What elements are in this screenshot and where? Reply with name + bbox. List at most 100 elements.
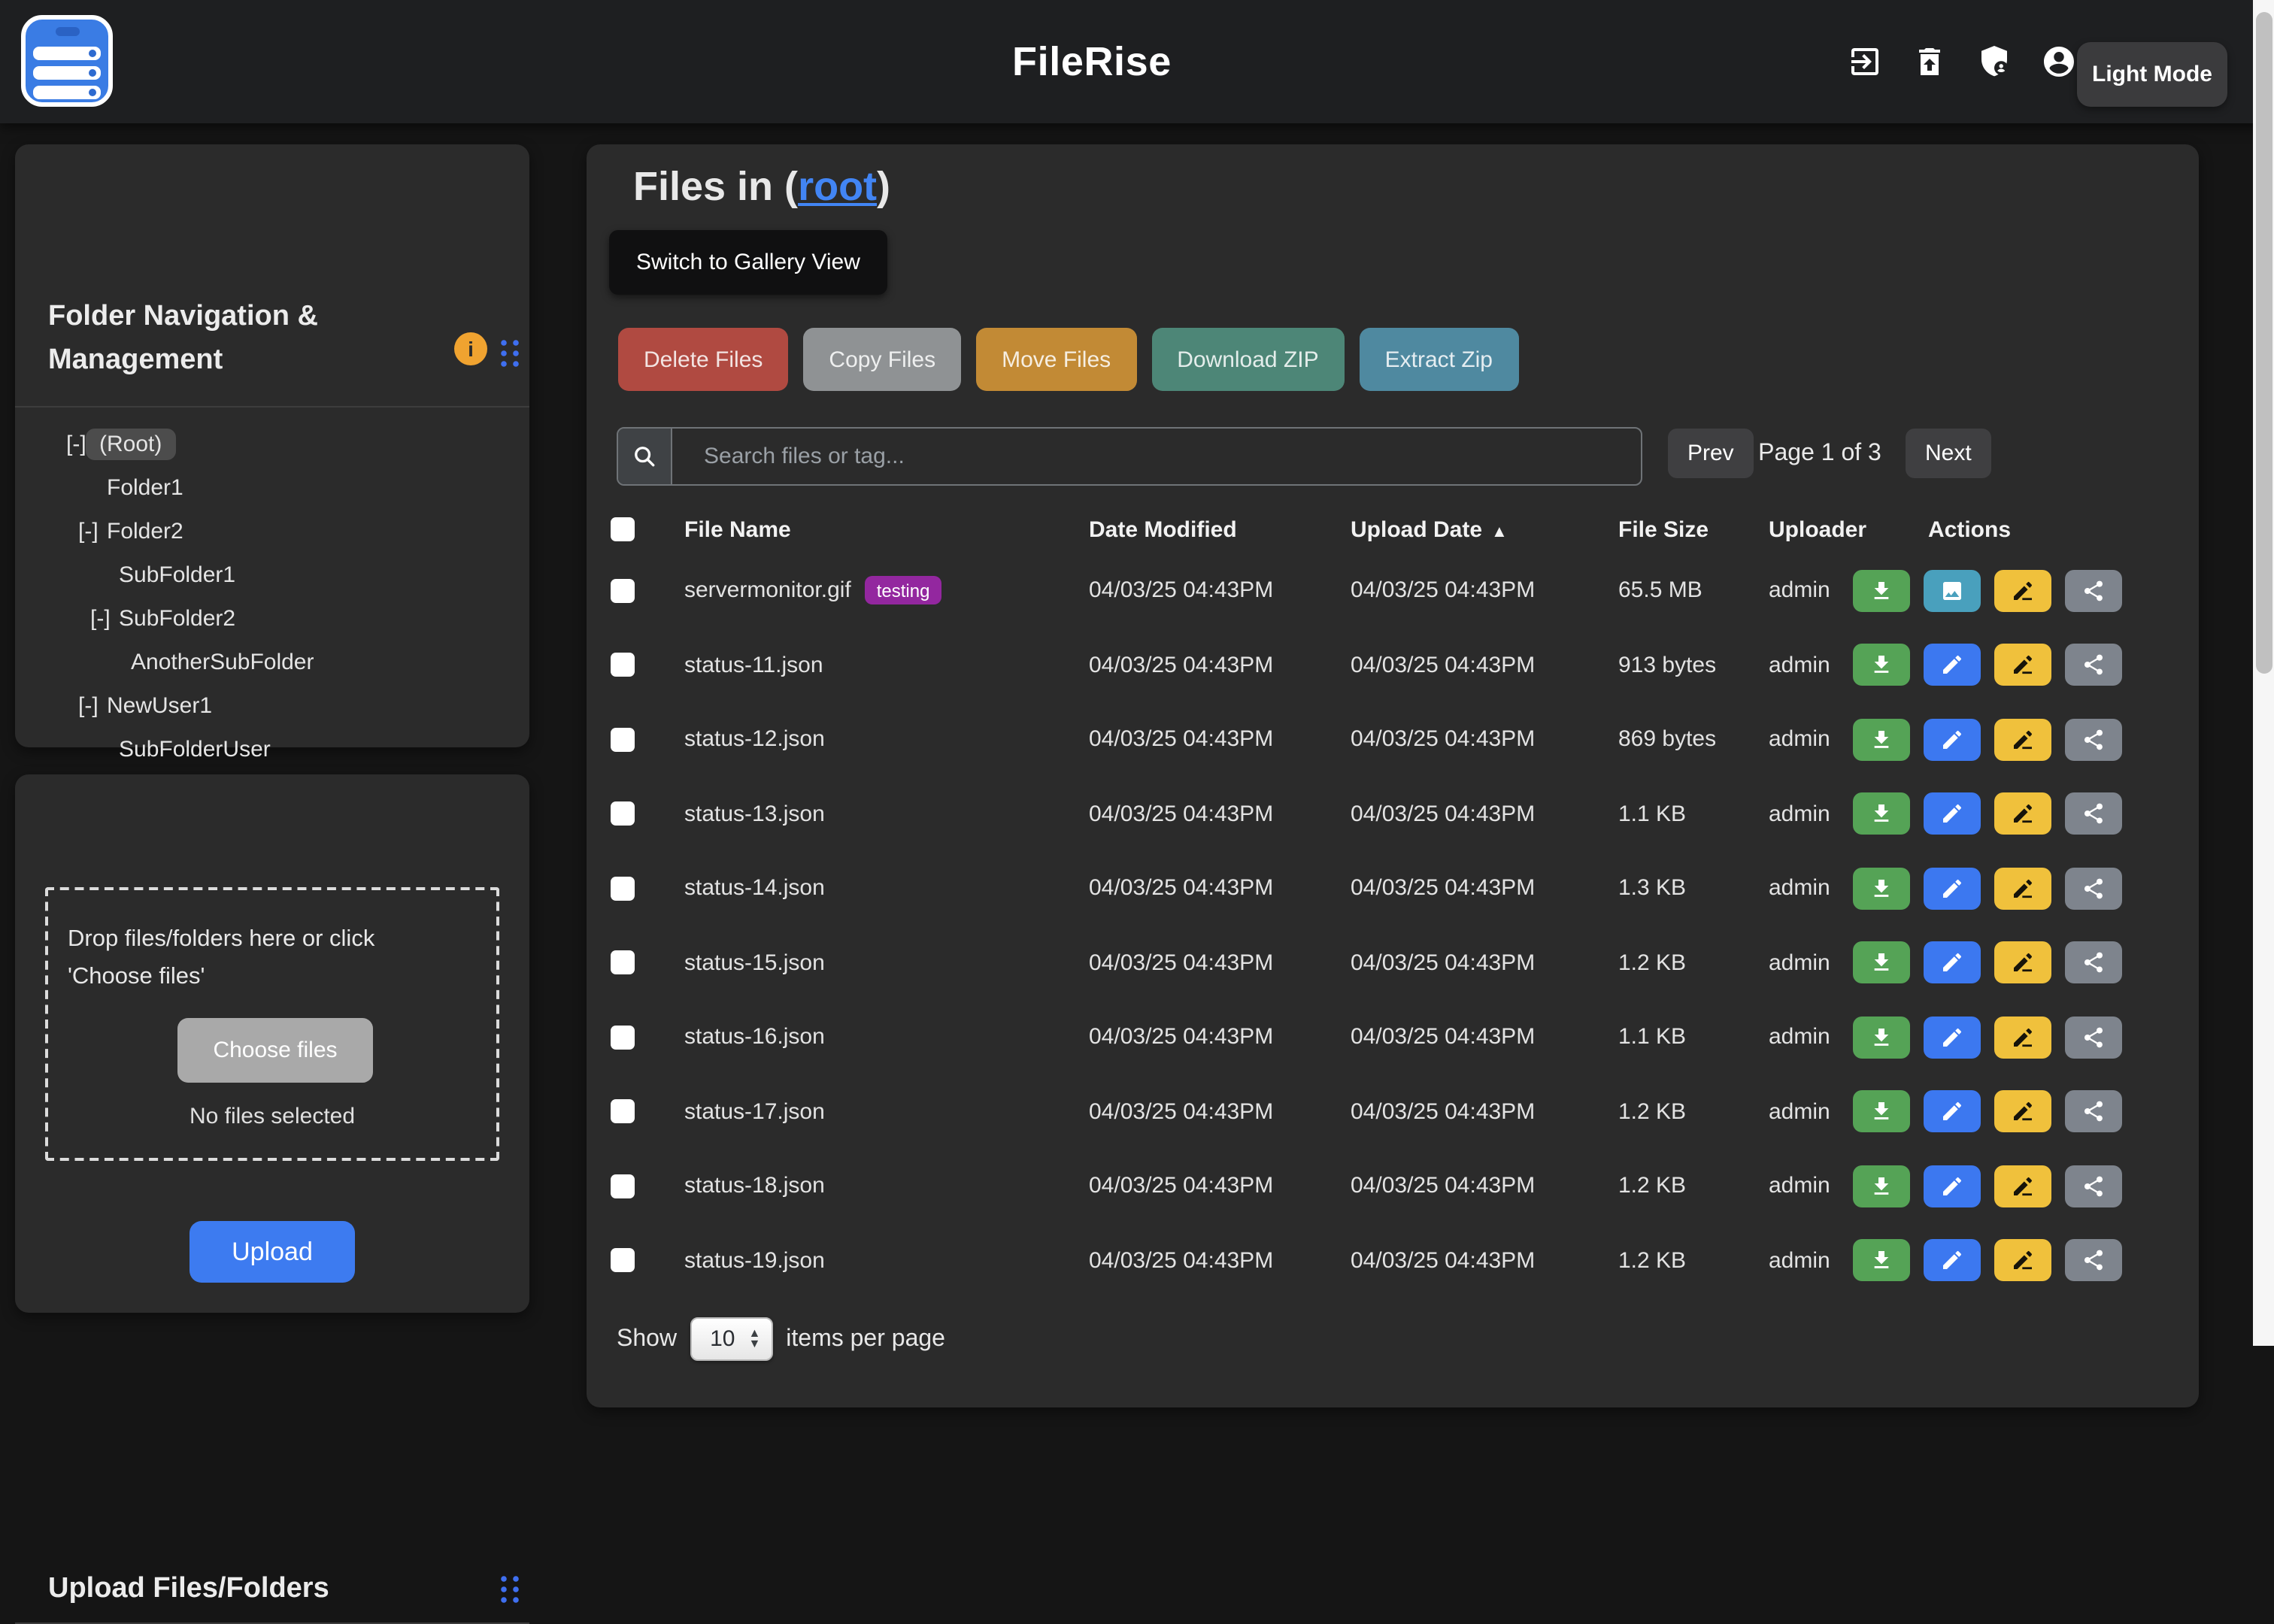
share-button[interactable]: [2065, 793, 2122, 835]
rename-button[interactable]: [1994, 793, 2051, 835]
share-button[interactable]: [2065, 1091, 2122, 1133]
share-button[interactable]: [2065, 868, 2122, 910]
rename-button[interactable]: [1994, 719, 2051, 761]
folder-tree-item[interactable]: AnotherSubFolder: [15, 641, 529, 684]
rename-button[interactable]: [1994, 1091, 2051, 1133]
rename-button[interactable]: [1994, 1017, 2051, 1059]
select-all-checkbox[interactable]: [611, 517, 635, 541]
next-page-button[interactable]: Next: [1906, 429, 1991, 478]
upload-button[interactable]: Upload: [190, 1221, 355, 1283]
preview-edit-button[interactable]: [1924, 1091, 1981, 1133]
row-checkbox[interactable]: [611, 951, 635, 975]
preview-edit-button[interactable]: [1924, 1240, 1981, 1282]
root-folder-link[interactable]: root: [798, 164, 877, 209]
column-header-file-name[interactable]: File Name: [684, 517, 1089, 542]
download-button[interactable]: [1853, 570, 1910, 612]
account-icon[interactable]: [2041, 44, 2077, 80]
delete-files-button[interactable]: Delete Files: [618, 328, 788, 391]
info-icon[interactable]: i: [454, 332, 487, 365]
row-checkbox[interactable]: [611, 1174, 635, 1198]
column-header-upload-date[interactable]: Upload Date▲: [1351, 517, 1618, 542]
light-mode-button[interactable]: Light Mode: [2077, 42, 2227, 107]
exit-icon[interactable]: [1847, 44, 1883, 80]
extract-zip-button[interactable]: Extract Zip: [1360, 328, 1518, 391]
share-button[interactable]: [2065, 570, 2122, 612]
tree-toggle[interactable]: [-]: [78, 519, 107, 544]
drag-handle-icon[interactable]: [498, 1573, 522, 1606]
download-button[interactable]: [1853, 719, 1910, 761]
row-checkbox[interactable]: [611, 728, 635, 752]
share-button[interactable]: [2065, 644, 2122, 686]
admin-shield-icon[interactable]: [1976, 44, 2012, 80]
folder-tree-item[interactable]: SubFolderUser: [15, 728, 529, 771]
drag-handle-icon[interactable]: [498, 337, 522, 370]
column-header-file-size[interactable]: File Size: [1618, 517, 1769, 542]
row-checkbox[interactable]: [611, 653, 635, 677]
row-checkbox[interactable]: [611, 802, 635, 826]
folder-tree-item[interactable]: SubFolder1: [15, 553, 529, 597]
preview-edit-button[interactable]: [1924, 719, 1981, 761]
folder-tree-item[interactable]: [-](Root): [15, 423, 529, 466]
folder-name[interactable]: AnotherSubFolder: [131, 650, 314, 675]
restore-trash-icon[interactable]: [1912, 44, 1948, 80]
rename-button[interactable]: [1994, 868, 2051, 910]
row-checkbox[interactable]: [611, 877, 635, 901]
folder-name[interactable]: (Root): [86, 429, 175, 460]
preview-edit-button[interactable]: [1924, 644, 1981, 686]
preview-edit-button[interactable]: [1924, 868, 1981, 910]
rename-button[interactable]: [1994, 1240, 2051, 1282]
switch-gallery-view-button[interactable]: Switch to Gallery View: [609, 230, 887, 295]
row-checkbox[interactable]: [611, 1100, 635, 1124]
folder-name[interactable]: SubFolder1: [119, 562, 235, 588]
column-header-date-modified[interactable]: Date Modified: [1089, 517, 1351, 542]
scrollbar-track[interactable]: [2253, 0, 2274, 1346]
move-files-button[interactable]: Move Files: [976, 328, 1136, 391]
download-button[interactable]: [1853, 942, 1910, 984]
file-dropzone[interactable]: Drop files/folders here or click 'Choose…: [45, 887, 499, 1161]
download-button[interactable]: [1853, 1240, 1910, 1282]
download-icon: [1869, 1026, 1893, 1050]
preview-edit-button[interactable]: [1924, 793, 1981, 835]
download-button[interactable]: [1853, 868, 1910, 910]
download-button[interactable]: [1853, 1091, 1910, 1133]
preview-edit-button[interactable]: [1924, 570, 1981, 612]
download-button[interactable]: [1853, 1017, 1910, 1059]
share-button[interactable]: [2065, 942, 2122, 984]
download-button[interactable]: [1853, 793, 1910, 835]
row-checkbox[interactable]: [611, 579, 635, 603]
search-input[interactable]: [672, 429, 1641, 484]
folder-name[interactable]: NewUser1: [107, 693, 212, 719]
folder-tree-item[interactable]: Folder1: [15, 466, 529, 510]
folder-name[interactable]: Folder1: [107, 475, 183, 501]
download-zip-button[interactable]: Download ZIP: [1151, 328, 1344, 391]
row-checkbox[interactable]: [611, 1026, 635, 1050]
column-header-uploader[interactable]: Uploader: [1769, 517, 1919, 542]
row-checkbox[interactable]: [611, 1249, 635, 1273]
scrollbar-thumb[interactable]: [2255, 12, 2272, 674]
copy-files-button[interactable]: Copy Files: [803, 328, 961, 391]
rename-button[interactable]: [1994, 1165, 2051, 1207]
choose-files-button[interactable]: Choose files: [177, 1018, 373, 1083]
rename-button[interactable]: [1994, 942, 2051, 984]
tree-toggle[interactable]: [-]: [90, 606, 119, 632]
rename-button[interactable]: [1994, 570, 2051, 612]
preview-edit-button[interactable]: [1924, 1165, 1981, 1207]
share-button[interactable]: [2065, 1017, 2122, 1059]
tree-toggle[interactable]: [-]: [78, 693, 107, 719]
share-button[interactable]: [2065, 1240, 2122, 1282]
folder-name[interactable]: SubFolderUser: [119, 737, 271, 762]
folder-tree-item[interactable]: [-]SubFolder2: [15, 597, 529, 641]
share-button[interactable]: [2065, 1165, 2122, 1207]
download-button[interactable]: [1853, 1165, 1910, 1207]
folder-name[interactable]: Folder2: [107, 519, 183, 544]
date-modified-cell: 04/03/25 04:43PM: [1089, 1174, 1351, 1199]
folder-name[interactable]: SubFolder2: [119, 606, 235, 632]
rename-button[interactable]: [1994, 644, 2051, 686]
folder-tree-item[interactable]: [-]Folder2: [15, 510, 529, 553]
share-button[interactable]: [2065, 719, 2122, 761]
download-button[interactable]: [1853, 644, 1910, 686]
preview-edit-button[interactable]: [1924, 1017, 1981, 1059]
preview-edit-button[interactable]: [1924, 942, 1981, 984]
folder-tree-item[interactable]: [-]NewUser1: [15, 684, 529, 728]
items-per-page-select[interactable]: 10 ▲▼: [690, 1317, 772, 1361]
